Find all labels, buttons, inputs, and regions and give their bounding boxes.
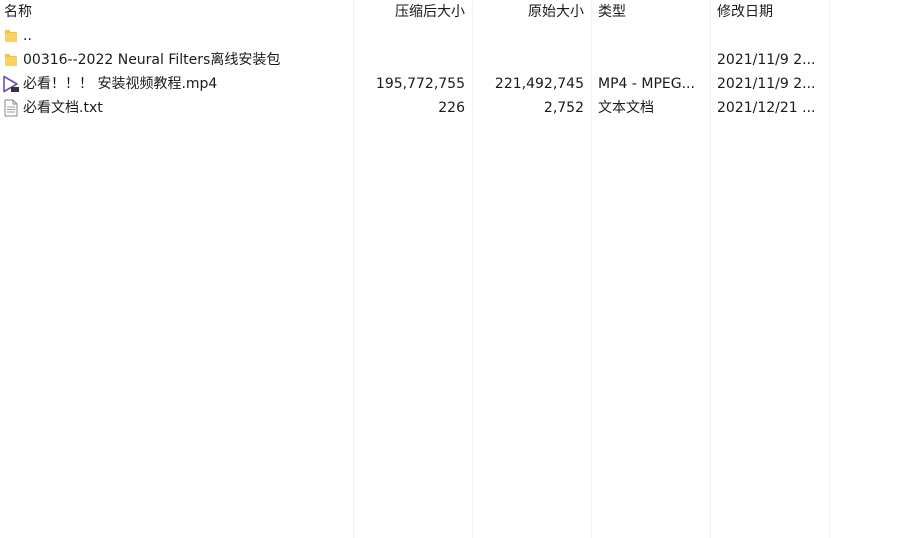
column-header-type[interactable]: 类型 — [598, 2, 706, 22]
compressed-size: 226 — [438, 100, 465, 116]
file-type — [598, 48, 706, 72]
folder-icon — [5, 30, 17, 42]
file-row-folder[interactable]: 00316--2022 Neural Filters离线安装包 2021/11/… — [0, 48, 830, 72]
column-header-bar: 名称 ^ 压缩后大小 原始大小 类型 修改日期 — [0, 0, 830, 24]
text-file-icon — [4, 99, 18, 117]
column-header-name[interactable]: 名称 — [4, 2, 164, 22]
modified-date: 2021/11/9 2... — [717, 76, 816, 92]
column-header-modified-date[interactable]: 修改日期 — [717, 2, 825, 22]
compressed-size: 195,772,755 — [375, 76, 465, 92]
file-type: MP4 - MPEG... — [598, 76, 695, 92]
file-row-text[interactable]: 必看文档.txt 226 2,752 文本文档 2021/12/21 ... — [0, 96, 830, 120]
column-header-original-size[interactable]: 原始大小 — [475, 2, 584, 22]
sort-ascending-icon: ^ — [170, 0, 178, 4]
compressed-size — [356, 48, 465, 72]
modified-date: 2021/11/9 2... — [717, 52, 816, 68]
file-type: 文本文档 — [598, 100, 654, 116]
file-row-parent-directory[interactable]: .. — [0, 24, 830, 48]
file-name: 必看！！！ 安装视频教程.mp4 — [23, 76, 218, 92]
modified-date: 2021/12/21 ... — [717, 100, 816, 116]
folder-icon — [5, 54, 17, 66]
original-size: 221,492,745 — [494, 76, 584, 92]
original-size — [475, 48, 584, 72]
column-header-compressed-size[interactable]: 压缩后大小 — [356, 2, 465, 22]
file-name: .. — [23, 28, 32, 44]
video-file-icon — [3, 75, 19, 93]
file-name: 必看文档.txt — [23, 100, 103, 116]
file-row-video[interactable]: 必看！！！ 安装视频教程.mp4 195,772,755 221,492,745… — [0, 72, 830, 96]
file-name: 00316--2022 Neural Filters离线安装包 — [23, 52, 281, 68]
original-size: 2,752 — [543, 100, 584, 116]
